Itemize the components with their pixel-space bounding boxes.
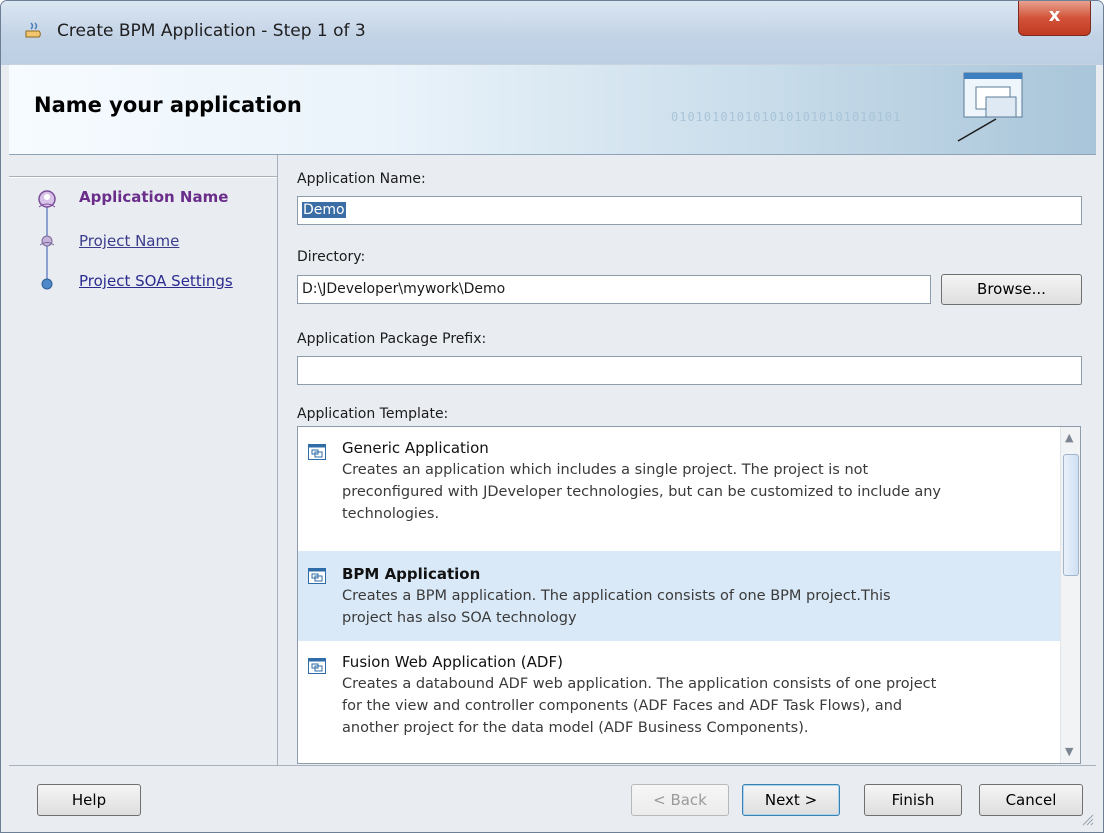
scroll-up-icon[interactable]: ▲ bbox=[1065, 431, 1073, 444]
template-item-bpm[interactable]: BPM Application Creates a BPM applicatio… bbox=[298, 551, 1060, 641]
back-button[interactable]: < Back bbox=[631, 784, 729, 816]
application-icon bbox=[308, 658, 326, 674]
template-item-fusion-web[interactable]: Fusion Web Application (ADF) Creates a d… bbox=[298, 653, 1060, 763]
template-title: BPM Application bbox=[342, 565, 481, 583]
wizard-steps-panel: Application Name Project Name Project SO… bbox=[9, 155, 278, 765]
finish-button[interactable]: Finish bbox=[864, 784, 962, 816]
application-name-input[interactable]: Demo bbox=[297, 196, 1082, 225]
page-title: Name your application bbox=[34, 93, 302, 117]
application-template-label: Application Template: bbox=[297, 406, 449, 422]
step-project-soa-settings[interactable]: Project SOA Settings bbox=[79, 272, 233, 290]
wizard-header: Name your application 010101010101010101… bbox=[9, 64, 1096, 155]
window-illustration-icon bbox=[957, 72, 1023, 142]
application-name-label: Application Name: bbox=[297, 171, 426, 187]
title-bar: Create BPM Application - Step 1 of 3 x bbox=[1, 1, 1103, 65]
sidebar-divider bbox=[9, 176, 277, 178]
application-icon bbox=[308, 444, 326, 460]
wizard-footer: Help < Back Next > Finish Cancel bbox=[9, 765, 1096, 828]
steps-train-icon bbox=[38, 190, 56, 290]
step-application-name: Application Name bbox=[79, 188, 229, 206]
template-title: Generic Application bbox=[342, 439, 489, 457]
next-button[interactable]: Next > bbox=[742, 784, 840, 816]
template-title: Fusion Web Application (ADF) bbox=[342, 653, 563, 671]
help-button[interactable]: Help bbox=[37, 784, 141, 816]
scroll-down-icon[interactable]: ▼ bbox=[1065, 745, 1073, 758]
window-title: Create BPM Application - Step 1 of 3 bbox=[57, 21, 366, 41]
package-prefix-label: Application Package Prefix: bbox=[297, 331, 487, 347]
template-desc: Creates an application which includes a … bbox=[342, 462, 942, 522]
scrollbar-thumb[interactable] bbox=[1063, 454, 1079, 576]
template-desc: Creates a BPM application. The applicati… bbox=[342, 588, 891, 626]
application-name-value: Demo bbox=[302, 202, 346, 218]
directory-label: Directory: bbox=[297, 249, 366, 265]
directory-input[interactable]: D:\JDeveloper\mywork\Demo bbox=[297, 275, 931, 304]
resize-grip-icon[interactable] bbox=[1082, 814, 1094, 826]
cancel-button[interactable]: Cancel bbox=[979, 784, 1083, 816]
dialog-window: Create BPM Application - Step 1 of 3 x N… bbox=[0, 0, 1104, 833]
package-prefix-input[interactable] bbox=[297, 356, 1082, 385]
application-template-list[interactable]: Generic Application Creates an applicati… bbox=[297, 426, 1081, 764]
step-project-name[interactable]: Project Name bbox=[79, 232, 179, 250]
template-desc: Creates a databound ADF web application.… bbox=[342, 676, 937, 736]
template-list-scrollbar[interactable]: ▲ ▼ bbox=[1060, 427, 1080, 763]
java-cup-icon bbox=[25, 22, 41, 38]
close-icon: x bbox=[1048, 5, 1061, 26]
application-icon bbox=[308, 568, 326, 584]
template-item-generic[interactable]: Generic Application Creates an applicati… bbox=[298, 439, 1060, 559]
close-button[interactable]: x bbox=[1018, 1, 1091, 36]
header-binary-decoration: 0101010101010101010101010101 bbox=[671, 110, 902, 124]
browse-button[interactable]: Browse... bbox=[941, 274, 1082, 305]
